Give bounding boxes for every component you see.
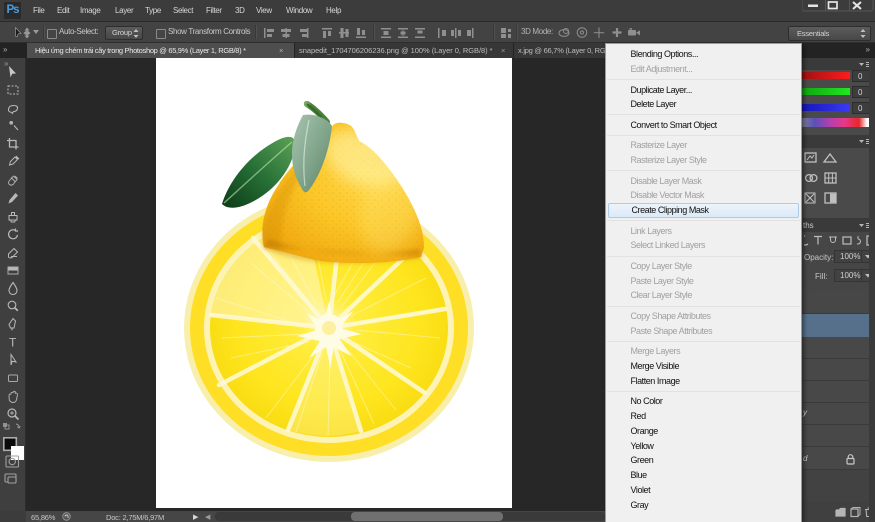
svg-text:T: T [9,336,17,350]
